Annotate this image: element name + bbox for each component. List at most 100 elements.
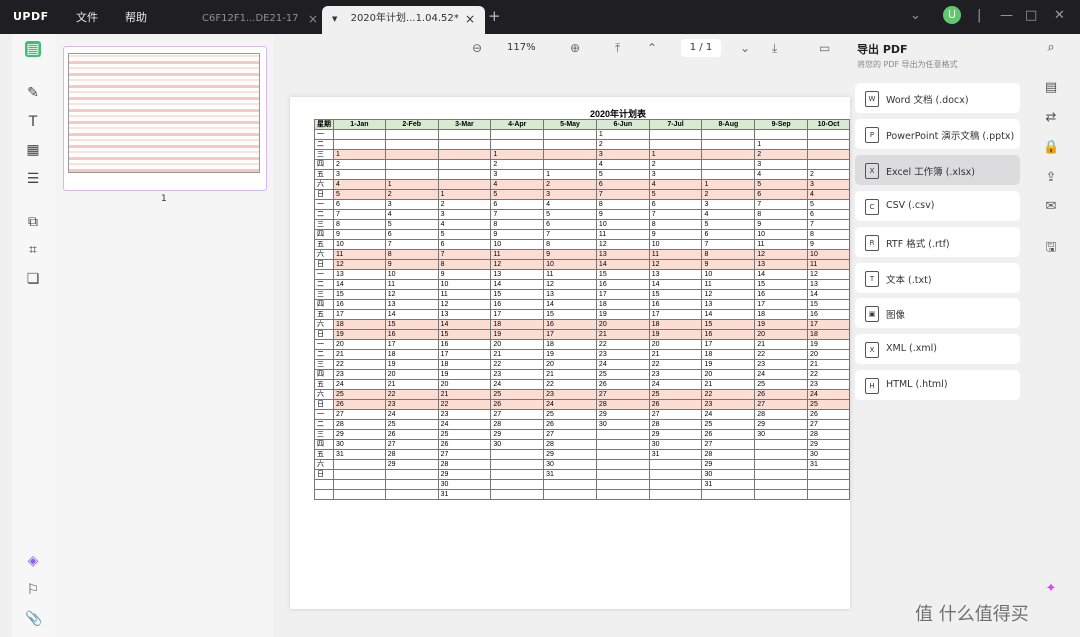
last-page-icon[interactable]: ⤓ — [772, 41, 777, 56]
table-cell: 18 — [595, 299, 650, 310]
ai-icon[interactable]: ✦ — [1043, 581, 1059, 597]
table-cell: 5 — [701, 219, 756, 230]
table-cell: 28 — [807, 429, 850, 440]
table-cell: 24 — [595, 359, 650, 370]
table-row: 一6326486375 — [314, 199, 850, 210]
table-cell: 21 — [754, 339, 809, 350]
menu-help[interactable]: 帮助 — [125, 9, 147, 25]
table-cell: 19 — [701, 359, 756, 370]
save-icon[interactable]: 🖫 — [1043, 240, 1059, 256]
share-icon[interactable]: ⇪ — [1043, 170, 1059, 186]
mail-icon[interactable]: ✉ — [1043, 199, 1059, 215]
table-cell: 26 — [543, 419, 597, 430]
table-cell: 29 — [490, 429, 545, 440]
comment-icon[interactable]: ✎ — [25, 85, 41, 101]
table-cell: 8 — [490, 219, 545, 230]
export-csv[interactable]: C CSV (.csv) — [855, 191, 1020, 221]
edit-text-icon[interactable]: T — [25, 114, 41, 130]
new-tab-icon[interactable]: + — [488, 7, 501, 25]
export-powerpoint[interactable]: P PowerPoint 演示文稿 (.pptx) — [855, 119, 1020, 149]
table-cell: 25 — [754, 379, 809, 390]
table-cell: 10 — [437, 279, 492, 290]
table-cell: 24 — [543, 399, 597, 410]
table-cell: 13 — [754, 259, 809, 270]
table-cell: 四 — [314, 439, 334, 450]
table-cell: 17 — [754, 299, 809, 310]
table-cell: 18 — [543, 339, 597, 350]
close-tab-icon[interactable]: × — [465, 6, 475, 32]
close-tab-icon[interactable]: × — [308, 6, 318, 32]
export-title: 导出 PDF — [857, 43, 908, 56]
avatar[interactable]: U — [943, 6, 961, 24]
bookmark-icon[interactable]: ⚐ — [25, 582, 41, 598]
table-cell: 2 — [807, 169, 850, 180]
reader-icon[interactable]: ▤ — [25, 41, 41, 57]
table-cell: 日 — [314, 329, 334, 340]
minimize-icon[interactable]: — — [1000, 8, 1013, 23]
word-icon: W — [865, 91, 879, 107]
table-cell: 14 — [333, 279, 386, 290]
table-cell: 30 — [648, 439, 703, 450]
layers-icon[interactable]: ◈ — [25, 553, 41, 569]
table-cell — [807, 159, 850, 170]
table-cell: 23 — [490, 369, 545, 380]
zoom-out-icon[interactable]: ⊖ — [472, 41, 482, 55]
dropdown-icon[interactable]: ⌄ — [910, 8, 921, 23]
table-cell: 10 — [543, 259, 597, 270]
export-xml[interactable]: X XML (.xml) — [855, 334, 1020, 364]
table-cell: 5 — [754, 179, 809, 190]
export-rtf[interactable]: R RTF 格式 (.rtf) — [855, 227, 1020, 257]
table-cell: 一 — [314, 269, 334, 280]
export-image[interactable]: ▣ 图像 — [855, 298, 1020, 328]
viewer-toolbar: ⊖ 117% ⊕ ⤒ ⌃ 1 / 1 ⌄ ⤓ ▭ — [274, 34, 850, 64]
maximize-icon[interactable]: □ — [1025, 8, 1037, 23]
table-cell: 25 — [437, 429, 492, 440]
tab-active[interactable]: ▼ 2020年计划...1.04.52* × — [322, 6, 485, 34]
page-thumbnail[interactable] — [63, 46, 267, 191]
menu-file[interactable]: 文件 — [76, 9, 98, 25]
table-cell: 22 — [437, 399, 492, 410]
table-cell — [595, 459, 650, 470]
prev-page-icon[interactable]: ⌃ — [647, 41, 657, 55]
crop-icon[interactable]: ⌗ — [25, 242, 41, 258]
first-page-icon[interactable]: ⤒ — [615, 41, 620, 56]
table-cell: 15 — [595, 269, 650, 280]
protect-icon[interactable]: ⧉ — [25, 214, 41, 230]
export-text[interactable]: T 文本 (.txt) — [855, 263, 1020, 293]
page-input[interactable]: 1 / 1 — [681, 39, 721, 57]
table-cell: 6 — [384, 229, 439, 240]
table-cell — [437, 129, 492, 140]
table-cell: 6 — [333, 199, 386, 210]
table-cell: 30 — [543, 459, 597, 470]
search-icon[interactable]: ⌕ — [1043, 40, 1059, 56]
table-cell: 30 — [437, 479, 492, 490]
next-page-icon[interactable]: ⌄ — [740, 41, 750, 55]
table-row: 一 13 10 9 13 11 15 13 10 14 12 — [314, 269, 850, 280]
table-cell — [437, 139, 492, 150]
tab-inactive[interactable]: C6F12F1...DE21-17 × — [192, 6, 328, 34]
batch-icon[interactable]: ❏ — [25, 271, 41, 287]
export-html[interactable]: H HTML (.html) — [855, 370, 1020, 400]
table-cell: 9 — [595, 209, 650, 220]
table-cell: 20 — [333, 339, 386, 350]
table-cell: 日 — [314, 469, 334, 480]
table-cell: 2 — [648, 159, 703, 170]
close-window-icon[interactable]: ✕ — [1054, 8, 1065, 23]
zoom-in-icon[interactable]: ⊕ — [570, 41, 580, 55]
lock-icon[interactable]: 🔒 — [1043, 140, 1059, 156]
presentation-icon[interactable]: ▭ — [819, 41, 830, 55]
table-row: 日 29 31 30 — [314, 469, 850, 480]
table-cell — [701, 149, 756, 160]
export-word[interactable]: W Word 文档 (.docx) — [855, 83, 1020, 113]
convert-icon[interactable]: ⇄ — [1043, 110, 1059, 126]
attachment-icon[interactable]: 📎 — [25, 611, 42, 627]
zoom-level[interactable]: 117% — [507, 42, 536, 53]
table-row: 四 30 27 26 30 28 30 27 29 — [314, 439, 850, 450]
chevron-down-icon[interactable]: ▼ — [332, 15, 337, 23]
page-organize-icon[interactable]: ▦ — [25, 142, 41, 158]
table-cell: 12 — [333, 259, 386, 270]
export-excel[interactable]: X Excel 工作簿 (.xlsx) — [855, 155, 1020, 185]
table-cell: 17 — [490, 309, 545, 320]
form-icon[interactable]: ☰ — [25, 171, 41, 187]
ocr-icon[interactable]: ▤ — [1043, 80, 1059, 96]
